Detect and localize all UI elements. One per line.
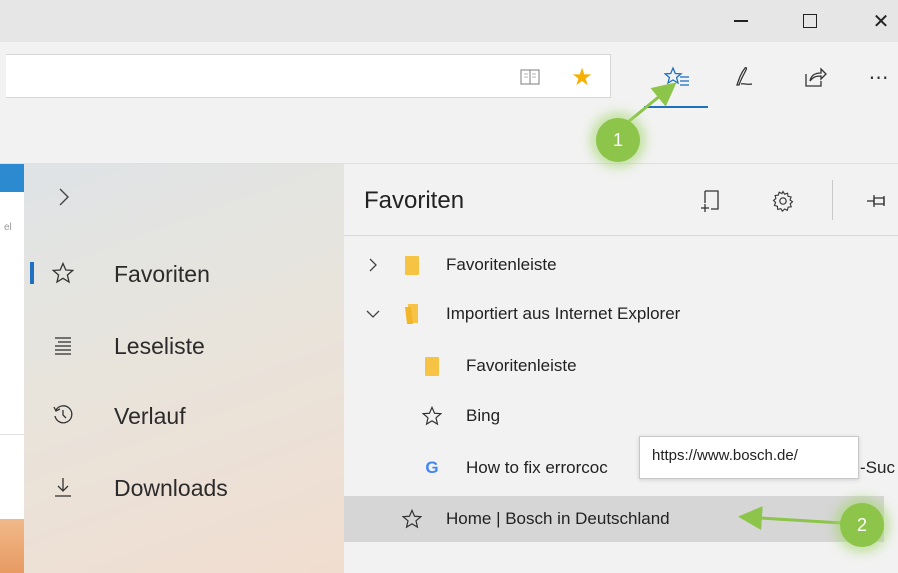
star-icon: ★ [571, 63, 593, 91]
chevron-down-icon[interactable] [364, 305, 382, 323]
hub-active-indicator [644, 106, 708, 108]
add-favorite-button[interactable]: ★ [568, 63, 596, 91]
add-folder-icon [701, 190, 719, 212]
minimize-button[interactable] [718, 0, 764, 42]
step-marker-2: 2 [840, 503, 884, 547]
background-text: el [4, 222, 12, 233]
chevron-right-icon[interactable] [364, 256, 382, 274]
favorites-link-row[interactable]: Bing [344, 393, 898, 439]
hub-item-reading-list[interactable]: Leseliste [24, 320, 344, 372]
favorites-header: Favoriten [344, 164, 898, 236]
minimize-icon [734, 20, 748, 22]
import-favorites-button[interactable] [696, 186, 726, 216]
book-icon [520, 69, 540, 85]
favorites-folder-row[interactable]: Importiert aus Internet Explorer [344, 291, 898, 337]
hub-item-favorites[interactable]: Favoriten [24, 248, 344, 300]
row-label-overflow: -Suc [860, 458, 895, 477]
hub-navigation: Favoriten Leseliste Verlauf Downloads [24, 164, 344, 573]
download-icon [48, 472, 78, 502]
step-marker-1: 1 [596, 118, 640, 162]
selection-indicator [30, 262, 34, 284]
address-bar[interactable]: ★ [6, 54, 611, 98]
share-button[interactable] [798, 60, 832, 94]
url-tooltip: https://www.bosch.de/ [639, 436, 859, 479]
favorites-folder-row[interactable]: Favoritenleiste [344, 343, 898, 389]
close-button[interactable]: ✕ [858, 0, 898, 42]
star-outline-icon [420, 404, 444, 428]
hub-item-label: Favoriten [114, 261, 210, 287]
hub-item-history[interactable]: Verlauf [24, 390, 344, 442]
background-image [0, 519, 24, 573]
google-icon: G [425, 458, 439, 477]
hub-item-label: Downloads [114, 475, 228, 501]
hub-item-label: Leseliste [114, 333, 205, 359]
hub-item-label: Verlauf [114, 403, 186, 429]
reading-list-icon [48, 330, 78, 360]
row-label: Home | Bosch in Deutschland [446, 509, 670, 528]
panel-title: Favoriten [364, 187, 465, 214]
favorites-folder-row[interactable]: Favoritenleiste [344, 242, 898, 288]
web-note-button[interactable] [728, 60, 762, 94]
folder-icon [400, 253, 424, 277]
favorites-panel: Favoriten Favoritenleiste Importiert aus… [344, 164, 898, 573]
gear-icon [772, 190, 794, 212]
pin-panel-button[interactable] [862, 186, 892, 216]
pen-icon [736, 66, 753, 86]
hub-expand-button[interactable] [54, 186, 74, 208]
reading-view-button[interactable] [516, 63, 544, 91]
close-icon: ✕ [872, 10, 890, 33]
history-icon [48, 400, 78, 430]
title-bar: ✕ [0, 0, 898, 42]
pin-icon [867, 195, 885, 207]
more-button[interactable]: ⋯ [862, 60, 896, 94]
maximize-icon [803, 14, 817, 28]
header-divider [832, 180, 833, 220]
share-icon [805, 67, 827, 87]
folder-open-icon [400, 302, 424, 326]
background-header [0, 164, 24, 192]
page-area-top [0, 112, 898, 164]
favorites-link-row[interactable]: Home | Bosch in Deutschland [344, 496, 884, 542]
star-outline-icon [48, 258, 78, 288]
folder-icon [420, 354, 444, 378]
settings-button[interactable] [768, 186, 798, 216]
row-label: Favoritenleiste [466, 356, 577, 375]
hub-button[interactable] [660, 60, 694, 94]
background-divider [0, 434, 24, 435]
background-page: el [0, 164, 24, 573]
row-label: Favoritenleiste [446, 255, 557, 274]
maximize-button[interactable] [787, 0, 833, 42]
row-label: Bing [466, 406, 501, 425]
chevron-right-icon [59, 188, 69, 206]
favorites-hub-icon [664, 66, 689, 86]
row-label: Importiert aus Internet Explorer [446, 304, 681, 323]
star-outline-icon [400, 507, 424, 531]
hub-item-downloads[interactable]: Downloads [24, 462, 344, 514]
more-icon: ⋯ [868, 66, 890, 89]
row-label: How to fix errorcoc [466, 458, 608, 477]
